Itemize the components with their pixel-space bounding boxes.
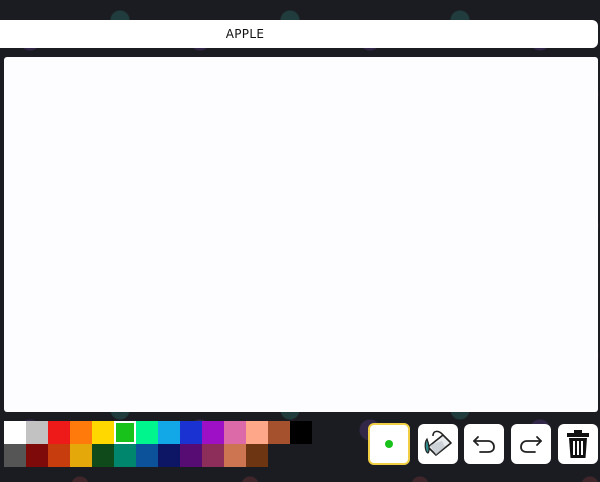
color-swatch[interactable] (202, 444, 224, 467)
color-swatch[interactable] (224, 421, 246, 444)
trash-can-icon (567, 430, 589, 458)
color-swatch[interactable] (290, 421, 312, 444)
color-swatch[interactable] (4, 421, 26, 444)
drawing-canvas[interactable] (4, 57, 598, 412)
color-swatch[interactable] (26, 444, 48, 467)
color-swatch[interactable] (136, 421, 158, 444)
color-swatch[interactable] (202, 421, 224, 444)
color-palette (4, 421, 312, 467)
color-swatch[interactable] (48, 444, 70, 467)
redo-arrow-icon (520, 436, 542, 453)
color-swatch[interactable] (26, 421, 48, 444)
color-swatch[interactable] (136, 444, 158, 467)
color-swatch[interactable] (158, 421, 180, 444)
color-swatch[interactable] (114, 421, 136, 444)
brush-size-button[interactable] (368, 423, 410, 465)
clear-canvas-button[interactable] (558, 424, 598, 464)
fill-bucket-button[interactable] (418, 424, 458, 464)
color-swatch[interactable] (70, 421, 92, 444)
undo-button[interactable] (464, 424, 504, 464)
word-title: APPLE (225, 27, 265, 41)
color-swatch[interactable] (246, 421, 268, 444)
color-swatch[interactable] (180, 444, 202, 467)
undo-arrow-icon (473, 436, 495, 453)
color-swatch[interactable] (92, 421, 114, 444)
header-bar: APPLE (0, 20, 598, 48)
color-swatch[interactable] (180, 421, 202, 444)
color-swatch[interactable] (158, 444, 180, 467)
redo-button[interactable] (511, 424, 551, 464)
color-swatch[interactable] (70, 444, 92, 467)
color-swatch[interactable] (224, 444, 246, 467)
brush-dot-icon (385, 440, 393, 448)
paint-bucket-icon (424, 430, 452, 456)
color-swatch[interactable] (268, 421, 290, 444)
color-swatch[interactable] (4, 444, 26, 467)
color-swatch[interactable] (114, 444, 136, 467)
color-swatch[interactable] (92, 444, 114, 467)
color-swatch[interactable] (48, 421, 70, 444)
color-swatch[interactable] (246, 444, 268, 467)
